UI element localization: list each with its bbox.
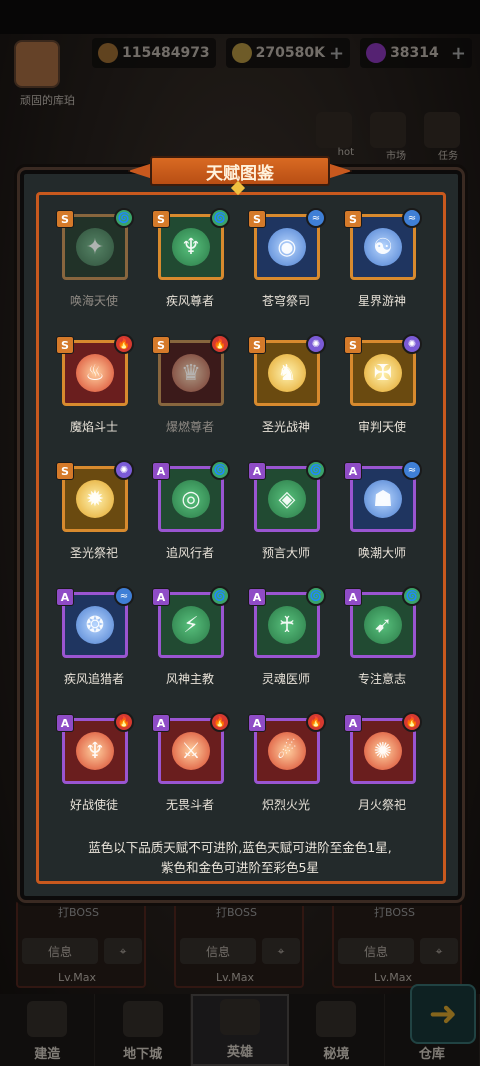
grade-badge: S [248, 336, 266, 354]
talent-emblem-icon: ☄ [268, 732, 306, 770]
talent-name: 爆燃尊者 [165, 420, 214, 434]
talent-emblem-icon: ☯ [364, 228, 402, 266]
note-line: 蓝色以下品质天赋不可进阶,蓝色天赋可进阶至金色1星, [88, 840, 392, 855]
fire-element-icon: 🔥 [210, 334, 230, 354]
panel-title-banner: 天赋图鉴 [128, 150, 352, 196]
panel-title: 天赋图鉴 [150, 156, 330, 186]
grade-badge: A [56, 588, 74, 606]
light-element-icon: ✺ [306, 334, 326, 354]
grade-badge: A [344, 588, 362, 606]
grade-badge: A [344, 462, 362, 480]
fire-element-icon: 🔥 [114, 712, 134, 732]
talent-emblem-icon: ❂ [76, 606, 114, 644]
grade-badge: S [152, 210, 170, 228]
talent-emblem-icon: ♰ [268, 606, 306, 644]
advancement-note: 蓝色以下品质天赋不可进阶,蓝色天赋可进阶至金色1星, 紫色和金色可进阶至彩色5星 [34, 838, 446, 878]
talent-name: 专注意志 [357, 672, 406, 686]
light-element-icon: ✺ [114, 460, 134, 480]
grade-badge: S [248, 210, 266, 228]
grade-badge: A [344, 714, 362, 732]
fire-element-icon: 🔥 [210, 712, 230, 732]
wind-element-icon: 🌀 [306, 460, 326, 480]
talent-emblem-icon: ♛ [172, 354, 210, 392]
water-element-icon: ≈ [114, 586, 134, 606]
talent-name: 追风行者 [165, 546, 214, 560]
water-element-icon: ≈ [402, 208, 422, 228]
grade-badge: A [248, 714, 266, 732]
grade-badge: A [152, 588, 170, 606]
fire-element-icon: 🔥 [306, 712, 326, 732]
grade-badge: A [248, 462, 266, 480]
grade-badge: S [152, 336, 170, 354]
talent-name: 星界游神 [357, 294, 406, 308]
grade-badge: S [56, 462, 74, 480]
talent-emblem-icon: ◉ [268, 228, 306, 266]
fire-element-icon: 🔥 [114, 334, 134, 354]
grade-badge: A [152, 462, 170, 480]
talent-name: 疾风追猎者 [63, 672, 124, 686]
talent-emblem-icon: ⚡ [172, 606, 210, 644]
talent-name: 疾风尊者 [165, 294, 214, 308]
wind-element-icon: 🌀 [210, 208, 230, 228]
wind-element-icon: 🌀 [210, 460, 230, 480]
talent-name: 炽烈火光 [261, 798, 310, 812]
wind-element-icon: 🌀 [402, 586, 422, 606]
grade-badge: S [56, 336, 74, 354]
talent-emblem-icon: ♆ [172, 228, 210, 266]
talent-name: 魔焰斗士 [69, 420, 118, 434]
grade-badge: S [344, 336, 362, 354]
talent-emblem-icon: ♆ [76, 732, 114, 770]
talent-emblem-icon: ◈ [268, 480, 306, 518]
water-element-icon: ≈ [402, 460, 422, 480]
talent-emblem-icon: ♞ [268, 354, 306, 392]
talent-name: 好战使徒 [69, 798, 118, 812]
fire-element-icon: 🔥 [402, 712, 422, 732]
talent-emblem-icon: ✹ [76, 480, 114, 518]
water-element-icon: ≈ [306, 208, 326, 228]
light-element-icon: ✺ [402, 334, 422, 354]
talent-name: 风神主教 [165, 672, 214, 686]
talent-emblem-icon: ⚔ [172, 732, 210, 770]
grade-badge: S [56, 210, 74, 228]
game-screen: 顽固的库珀 115484973 270580K + 38314 + hot 市场… [0, 0, 480, 1066]
grade-badge: A [56, 714, 74, 732]
talent-name: 灵魂医师 [261, 672, 310, 686]
talent-name: 无畏斗者 [165, 798, 214, 812]
talent-emblem-icon: ➹ [364, 606, 402, 644]
talent-name: 唤海天使 [69, 294, 118, 308]
talent-emblem-icon: ✦ [76, 228, 114, 266]
talent-emblem-icon: ✺ [364, 732, 402, 770]
wind-element-icon: 🌀 [306, 586, 326, 606]
wind-element-icon: 🌀 [114, 208, 134, 228]
note-line: 紫色和金色可进阶至彩色5星 [161, 860, 319, 875]
grade-badge: A [152, 714, 170, 732]
talent-name: 审判天使 [357, 420, 406, 434]
talent-emblem-icon: ☗ [364, 480, 402, 518]
talent-name: 圣光战神 [261, 420, 310, 434]
grade-badge: A [248, 588, 266, 606]
wind-element-icon: 🌀 [210, 586, 230, 606]
talent-name: 圣光祭祀 [69, 546, 118, 560]
talent-emblem-icon: ✠ [364, 354, 402, 392]
talent-name: 月火祭祀 [357, 798, 406, 812]
talent-name: 苍穹祭司 [261, 294, 310, 308]
talent-emblem-icon: ♨ [76, 354, 114, 392]
talent-emblem-icon: ◎ [172, 480, 210, 518]
grade-badge: S [344, 210, 362, 228]
talent-name: 唤潮大师 [357, 546, 406, 560]
talent-name: 预言大师 [261, 546, 310, 560]
